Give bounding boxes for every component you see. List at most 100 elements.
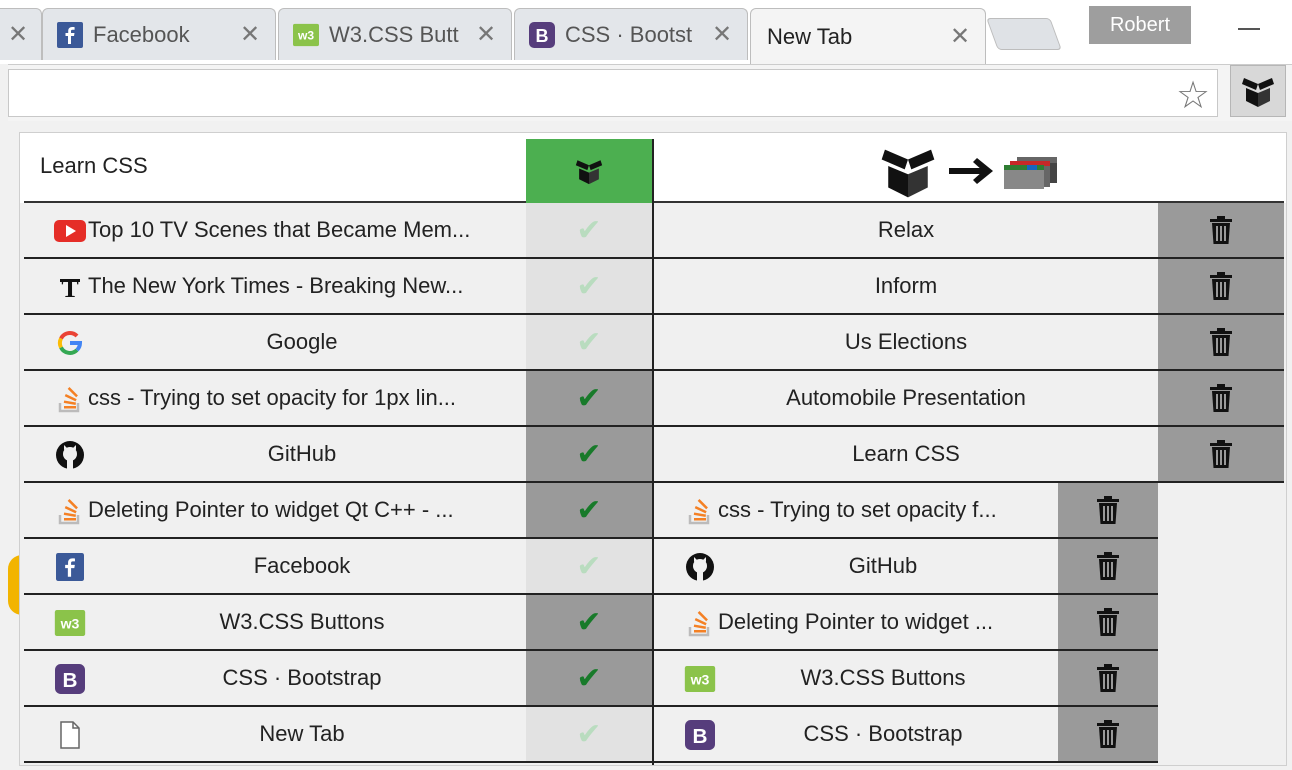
trash-icon: [1210, 440, 1232, 468]
trash-icon: [1097, 496, 1119, 524]
tab-toggle[interactable]: ✔: [526, 539, 652, 595]
current-group-title[interactable]: Learn CSS: [40, 153, 148, 179]
delete-group-button[interactable]: [1158, 259, 1284, 315]
group-title: Relax: [877, 217, 935, 242]
w3css-icon: w3: [293, 22, 319, 48]
close-icon[interactable]: ✕: [3, 20, 33, 49]
delete-group-button[interactable]: [1158, 371, 1284, 427]
trash-icon: [1210, 328, 1232, 356]
tab-toggle[interactable]: ✔: [526, 315, 652, 371]
profile-button[interactable]: Robert: [1089, 6, 1191, 44]
svg-text:w3: w3: [297, 28, 314, 42]
tab-toggle[interactable]: ✔: [526, 595, 652, 651]
tab-row[interactable]: Top 10 TV Scenes that Became Mem...: [24, 203, 526, 259]
tab-strip: ✕ Facebook ✕ w3 W3.CSS Butt ✕ B CSS · Bo…: [0, 0, 1292, 64]
extension-popup: Learn CSS Top 10 TV Scenes that Became M…: [19, 132, 1287, 766]
tab-toggle[interactable]: ✔: [526, 707, 652, 763]
tab-row[interactable]: Facebook: [24, 539, 526, 595]
tab-toggle[interactable]: ✔: [526, 427, 652, 483]
group-item-row[interactable]: B CSS · Bootstrap: [654, 707, 1058, 763]
tab-row[interactable]: w3 W3.CSS Buttons: [24, 595, 526, 651]
trash-icon: [1097, 664, 1119, 692]
group-row[interactable]: Learn CSS: [654, 427, 1158, 483]
group-item-title: Deleting Pointer to widget ...: [718, 609, 994, 634]
trash-icon: [1097, 552, 1119, 580]
tab-row[interactable]: GitHub: [24, 427, 526, 483]
group-row[interactable]: Inform: [654, 259, 1158, 315]
minimize-button[interactable]: [1238, 28, 1260, 30]
group-row[interactable]: Relax: [654, 203, 1158, 259]
stackoverflow-icon: [684, 609, 716, 637]
trash-icon: [1210, 272, 1232, 300]
tab-partial[interactable]: ✕: [0, 8, 42, 60]
tab-bootstrap[interactable]: B CSS · Bootst ✕: [514, 8, 748, 60]
delete-item-button[interactable]: [1058, 539, 1158, 595]
close-icon[interactable]: ✕: [235, 20, 265, 49]
tab-row-title: Top 10 TV Scenes that Became Mem...: [88, 217, 471, 242]
delete-group-button[interactable]: [1158, 315, 1284, 371]
trash-icon: [1210, 384, 1232, 412]
tab-row-title: GitHub: [267, 441, 337, 466]
bootstrap-icon: B: [529, 21, 555, 48]
svg-text:T: T: [61, 274, 78, 301]
open-group-button[interactable]: [654, 139, 1284, 203]
github-icon: [54, 441, 86, 469]
tab-row[interactable]: Deleting Pointer to widget Qt C++ - ...: [24, 483, 526, 539]
group-item-row[interactable]: css - Trying to set opacity f...: [654, 483, 1058, 539]
tab-toggle[interactable]: ✔: [526, 259, 652, 315]
box-icon: [575, 160, 603, 185]
close-icon[interactable]: ✕: [471, 20, 501, 49]
w3css-icon: w3: [684, 665, 716, 693]
group-title: Inform: [874, 273, 938, 298]
close-icon[interactable]: ✕: [707, 20, 737, 49]
new-tab-button[interactable]: [986, 18, 1062, 50]
bookmark-star-icon[interactable]: ☆: [1176, 73, 1210, 118]
delete-item-button[interactable]: [1058, 483, 1158, 539]
group-row[interactable]: Us Elections: [654, 315, 1158, 371]
group-item-row[interactable]: Deleting Pointer to widget ...: [654, 595, 1058, 651]
trash-icon: [1097, 720, 1119, 748]
box-icon: [1242, 78, 1274, 107]
tab-title: New Tab: [767, 23, 853, 49]
facebook-icon: [54, 553, 86, 581]
trash-icon: [1210, 216, 1232, 244]
svg-text:w3: w3: [690, 671, 710, 687]
tab-row-title: W3.CSS Buttons: [219, 609, 385, 634]
tab-row[interactable]: New Tab: [24, 707, 526, 763]
tab-toggle[interactable]: ✔: [526, 483, 652, 539]
tab-new-tab[interactable]: New Tab ✕: [750, 8, 986, 64]
tab-row[interactable]: B CSS · Bootstrap: [24, 651, 526, 707]
tab-row[interactable]: T The New York Times - Breaking New...: [24, 259, 526, 315]
facebook-icon: [57, 21, 83, 48]
tab-row[interactable]: Google: [24, 315, 526, 371]
delete-group-button[interactable]: [1158, 203, 1284, 259]
tab-w3css[interactable]: w3 W3.CSS Butt ✕: [278, 8, 512, 60]
delete-item-button[interactable]: [1058, 595, 1158, 651]
tab-toggle[interactable]: ✔: [526, 651, 652, 707]
group-item-row[interactable]: GitHub: [654, 539, 1058, 595]
tab-row-title: The New York Times - Breaking New...: [88, 273, 464, 298]
delete-item-button[interactable]: [1058, 707, 1158, 763]
toolbar: ☆: [8, 64, 1292, 121]
youtube-icon: [54, 217, 86, 245]
stackoverflow-icon: [684, 497, 716, 525]
address-bar[interactable]: [8, 69, 1218, 117]
group-item-row[interactable]: w3 W3.CSS Buttons: [654, 651, 1058, 707]
delete-item-button[interactable]: [1058, 651, 1158, 707]
group-item-title: css - Trying to set opacity f...: [718, 497, 997, 522]
tab-toggle[interactable]: ✔: [526, 371, 652, 427]
save-session-button[interactable]: [526, 139, 652, 203]
delete-group-button[interactable]: [1158, 427, 1284, 483]
close-icon[interactable]: ✕: [945, 22, 975, 51]
tab-row-title: Google: [266, 329, 338, 354]
group-row[interactable]: Automobile Presentation: [654, 371, 1158, 427]
extension-button[interactable]: [1230, 65, 1286, 117]
svg-text:B: B: [693, 725, 708, 748]
tab-facebook[interactable]: Facebook ✕: [42, 8, 276, 60]
group-item-title: CSS · Bootstrap: [803, 721, 963, 746]
github-icon: [684, 553, 716, 581]
arrow-right-icon: [949, 158, 993, 184]
tab-toggle[interactable]: ✔: [526, 203, 652, 259]
tab-row[interactable]: css - Trying to set opacity for 1px lin.…: [24, 371, 526, 427]
stackoverflow-icon: [54, 385, 86, 413]
